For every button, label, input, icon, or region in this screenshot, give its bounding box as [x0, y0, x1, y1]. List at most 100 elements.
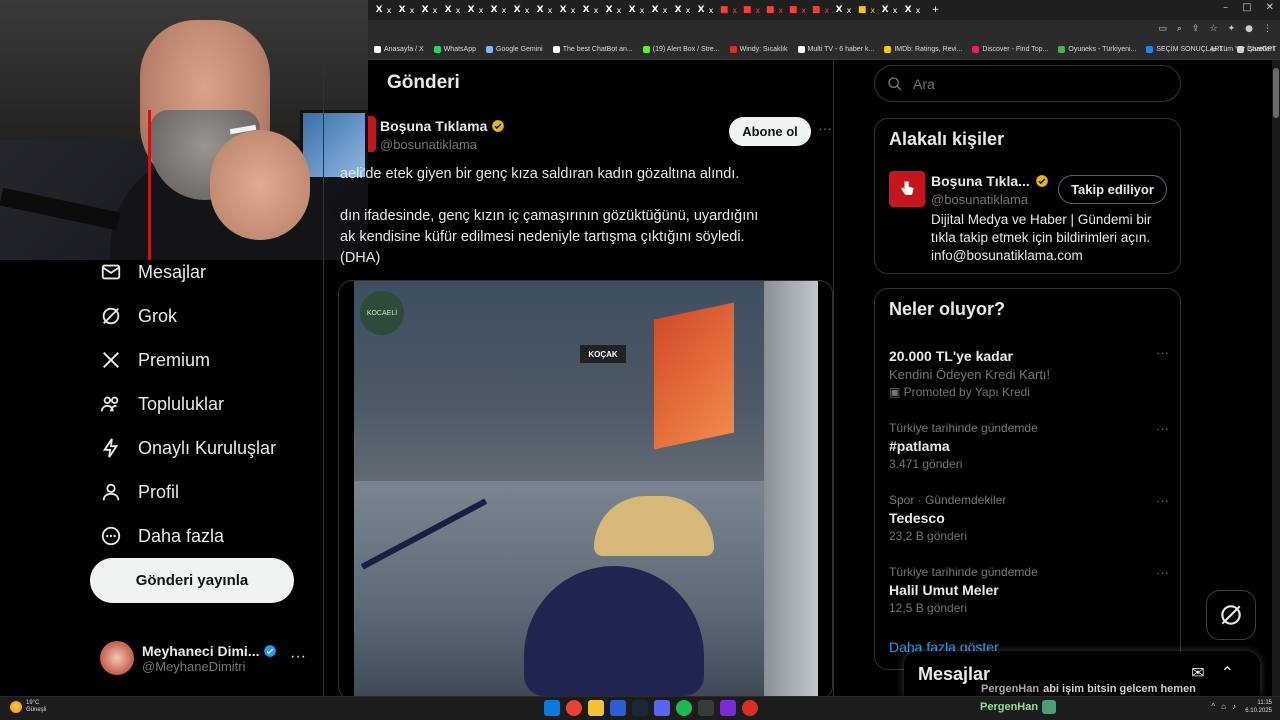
spotify-icon[interactable]	[676, 700, 692, 716]
sidebar-item-daha-fazla[interactable]: Daha fazla	[90, 514, 320, 558]
browser-tab[interactable]: ■ x	[786, 2, 809, 18]
tab-close-icon[interactable]: x	[571, 6, 576, 15]
tab-close-icon[interactable]: x	[824, 6, 829, 15]
bookmark-item[interactable]: Multi TV - 6 haber k...	[797, 46, 874, 53]
obs-icon[interactable]	[742, 700, 758, 716]
tab-close-icon[interactable]: x	[709, 6, 714, 15]
sidebar-item-premium[interactable]: Premium	[90, 338, 320, 382]
browser-tab[interactable]: Xx	[602, 2, 625, 18]
bookmark-item[interactable]: The best ChatBot an...	[552, 46, 633, 53]
tab-close-icon[interactable]: x	[732, 6, 737, 15]
tab-close-icon[interactable]: x	[755, 6, 760, 15]
subscribe-button[interactable]: Abone ol	[729, 117, 811, 146]
post-more-icon[interactable]: ···	[818, 120, 832, 136]
new-tab-button[interactable]: +	[924, 2, 947, 18]
clock[interactable]: 11:15 6.10.2025	[1245, 699, 1272, 715]
tab-close-icon[interactable]: x	[663, 6, 668, 15]
tab-close-icon[interactable]: x	[502, 6, 507, 15]
chrome-icon[interactable]	[566, 700, 582, 716]
close-window-icon[interactable]: ✕	[1266, 2, 1274, 13]
browser-tab[interactable]: ■ x	[763, 2, 786, 18]
discord-icon[interactable]	[654, 700, 670, 716]
browser-tab[interactable]: ■ x	[740, 2, 763, 18]
browser-tab[interactable]: Xx	[533, 2, 556, 18]
star-icon[interactable]: ☆	[1210, 24, 1218, 34]
share-icon[interactable]: ⇪	[1192, 24, 1200, 34]
trend-more-icon[interactable]: ···	[1156, 421, 1169, 436]
edge-icon[interactable]	[610, 700, 626, 716]
tab-close-icon[interactable]: x	[916, 6, 921, 15]
trend-item[interactable]: Türkiye tarihinde gündemde #patlama 3.47…	[889, 421, 1169, 471]
search-input[interactable]: Ara	[913, 76, 935, 92]
post-author-avatar[interactable]	[368, 116, 376, 152]
scrollbar-thumb[interactable]	[1273, 68, 1279, 118]
bookmark-item[interactable]: Oyuneks - Türkiyeni...	[1058, 46, 1136, 53]
browser-tab[interactable]: Xx	[832, 2, 855, 18]
kick-icon[interactable]	[720, 700, 736, 716]
related-person-name[interactable]: Boşuna Tıkla...	[931, 173, 1030, 189]
new-message-icon[interactable]: ✉	[1191, 663, 1204, 683]
browser-tab[interactable]: ■ x	[809, 2, 832, 18]
sidebar-item-mesajlar[interactable]: Mesajlar	[90, 250, 320, 294]
sidebar-item-grok[interactable]: Grok	[90, 294, 320, 338]
trend-more-icon[interactable]: ···	[1156, 345, 1169, 360]
trend-item[interactable]: Türkiye tarihinde gündemde Halil Umut Me…	[889, 565, 1169, 615]
bookmark-item[interactable]: Google Gemini	[486, 46, 543, 53]
tab-close-icon[interactable]: x	[456, 6, 461, 15]
browser-tab[interactable]: ■ x	[855, 2, 878, 18]
related-person-handle[interactable]: @bosunatiklama	[931, 192, 1028, 207]
account-more-icon[interactable]: ···	[290, 648, 306, 666]
bookmark-item[interactable]: WhatsApp	[433, 46, 476, 53]
bookmark-item[interactable]: Windy: Sıcaklık	[729, 46, 788, 53]
browser-tab[interactable]: Xx	[441, 2, 464, 18]
tab-close-icon[interactable]: x	[525, 6, 530, 15]
maximize-icon[interactable]: □	[1242, 2, 1251, 13]
browser-tab[interactable]: Xx	[487, 2, 510, 18]
grok-floating-button[interactable]	[1206, 590, 1256, 640]
sidebar-item-profil[interactable]: Profil	[90, 470, 320, 514]
network-icon[interactable]: ⌂	[1221, 702, 1226, 711]
browser-tab[interactable]: Xx	[464, 2, 487, 18]
volume-icon[interactable]: ♪	[1232, 702, 1236, 711]
minimize-icon[interactable]: –	[1223, 2, 1228, 13]
app-icon[interactable]	[698, 700, 714, 716]
post-button[interactable]: Gönderi yayınla	[90, 558, 294, 603]
tab-close-icon[interactable]: x	[548, 6, 553, 15]
trend-more-icon[interactable]: ···	[1156, 493, 1169, 508]
browser-tab[interactable]: Xx	[556, 2, 579, 18]
browser-tab[interactable]: Xx	[671, 2, 694, 18]
tab-close-icon[interactable]: x	[686, 6, 691, 15]
browser-tab[interactable]: Xx	[694, 2, 717, 18]
tab-close-icon[interactable]: x	[801, 6, 806, 15]
tab-close-icon[interactable]: x	[617, 6, 622, 15]
search-box[interactable]: Ara	[874, 65, 1181, 102]
steam-icon[interactable]	[632, 700, 648, 716]
browser-tab[interactable]: Xx	[510, 2, 533, 18]
tab-close-icon[interactable]: x	[433, 6, 438, 15]
tab-close-icon[interactable]: x	[778, 6, 783, 15]
page-scrollbar[interactable]	[1272, 60, 1280, 696]
expand-icon[interactable]: ⌃	[1221, 663, 1234, 683]
zoom-icon[interactable]: ⌕	[1177, 24, 1182, 34]
browser-tab[interactable]: ■ x	[717, 2, 740, 18]
extensions-icon[interactable]: ✦	[1228, 24, 1236, 34]
trend-more-icon[interactable]: ···	[1156, 565, 1169, 580]
tab-close-icon[interactable]: x	[847, 6, 852, 15]
profile-icon[interactable]: ●	[1245, 24, 1253, 34]
related-person-avatar[interactable]	[889, 171, 925, 207]
sidebar-item-onaylı-kuruluşlar[interactable]: Onaylı Kuruluşlar	[90, 426, 320, 470]
all-bookmarks-button[interactable]: ▭ Tüm Yer İşaretleri	[1211, 45, 1274, 53]
tray-chevron-icon[interactable]: ^	[1211, 702, 1215, 711]
bookmark-item[interactable]: (19) Alert Box / Stre...	[642, 46, 720, 53]
tab-close-icon[interactable]: x	[387, 6, 392, 15]
cast-icon[interactable]: ▭	[1158, 24, 1167, 34]
account-switcher[interactable]: Meyhaneci Dimi... @MeyhaneDimitri ···	[100, 636, 320, 680]
sidebar-item-topluluklar[interactable]: Topluluklar	[90, 382, 320, 426]
weather-widget[interactable]: 19°C Güneşli	[10, 700, 46, 714]
trend-item[interactable]: Spor · Gündemdekiler Tedesco 23,2 B gönd…	[889, 493, 1169, 543]
tab-close-icon[interactable]: x	[479, 6, 484, 15]
browser-tab[interactable]: Xx	[395, 2, 418, 18]
post-video[interactable]: KOCAELİ KOÇAK	[354, 281, 818, 696]
bookmark-item[interactable]: IMDb: Ratings, Revi...	[884, 46, 962, 53]
tab-close-icon[interactable]: x	[594, 6, 599, 15]
